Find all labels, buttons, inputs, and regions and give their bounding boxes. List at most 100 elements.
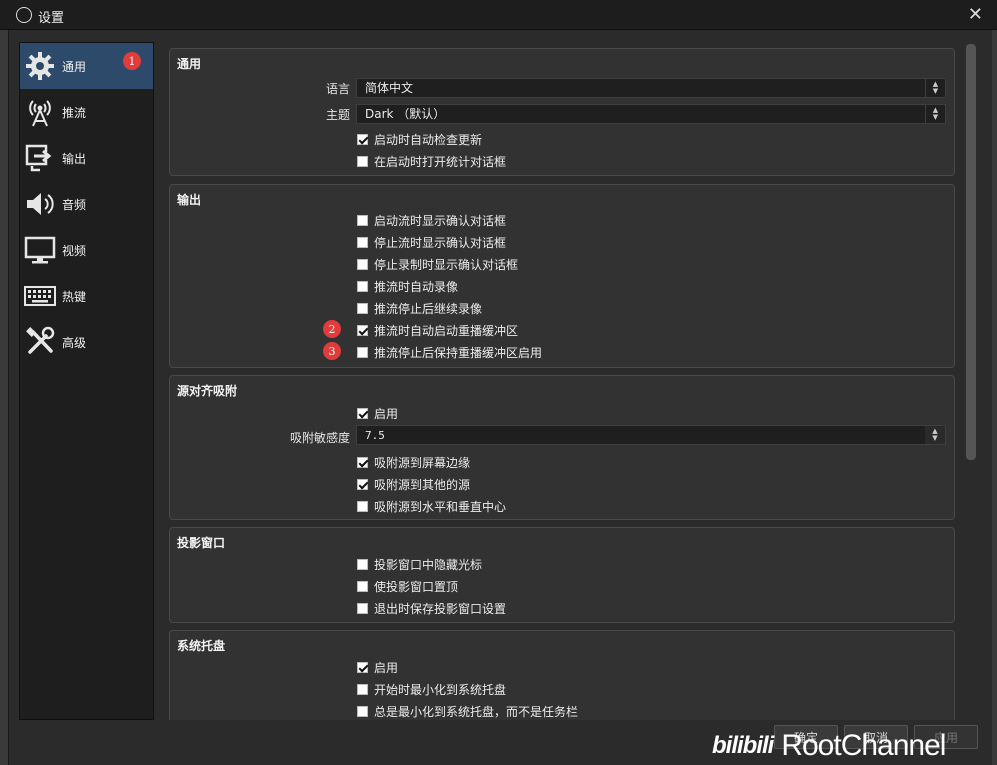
monitor-icon: [24, 234, 56, 266]
checkbox-label: 投影窗口中隐藏光标: [374, 558, 483, 572]
checkbox-box[interactable]: [357, 684, 368, 695]
sidebar-item-label: 音频: [62, 197, 87, 212]
projector-save-on-exit-checkbox[interactable]: 退出时保存投影窗口设置: [357, 600, 506, 617]
tray-minimize-start-checkbox[interactable]: 开始时最小化到系统托盘: [357, 681, 506, 698]
sidebar-item-general[interactable]: 通用 1: [20, 43, 153, 89]
channel-name: RootChannel: [781, 729, 946, 762]
checkbox-box[interactable]: [357, 603, 368, 614]
output-checkbox-2[interactable]: 停止流时显示确认对话框: [357, 234, 506, 251]
check-updates-checkbox[interactable]: 启动时自动检查更新: [357, 131, 482, 148]
output-checkbox-3[interactable]: 停止录制时显示确认对话框: [357, 256, 518, 273]
checkbox-box[interactable]: [357, 134, 368, 145]
checkbox-label: 在启动时打开统计对话框: [374, 155, 507, 169]
sidebar-item-label: 输出: [62, 151, 87, 166]
antenna-icon: [24, 96, 56, 128]
checkbox-box[interactable]: [357, 479, 368, 490]
checkbox-label: 推流时自动启动重播缓冲区: [374, 324, 519, 338]
checkbox-box[interactable]: [357, 706, 368, 717]
sensitivity-label: 吸附敏感度: [289, 431, 350, 445]
output-icon: [24, 142, 56, 174]
bilibili-logo: bilibili: [712, 732, 774, 759]
sidebar-item-label: 热键: [62, 289, 87, 304]
tray-always-minimize-checkbox[interactable]: 总是最小化到系统托盘，而不是任务栏: [357, 703, 578, 720]
sidebar-item-stream[interactable]: 推流: [20, 89, 153, 135]
language-value: 简体中文: [365, 81, 414, 95]
spin-arrows-icon[interactable]: ▲ ▼: [925, 426, 945, 444]
gear-icon: [24, 50, 56, 82]
language-label: 语言: [325, 82, 350, 96]
sidebar-item-audio[interactable]: 音频: [20, 181, 153, 227]
speaker-icon: [24, 188, 56, 220]
checkbox-label: 总是最小化到系统托盘，而不是任务栏: [374, 705, 579, 719]
checkbox-box[interactable]: [357, 215, 368, 226]
vertical-scrollbar[interactable]: [966, 44, 976, 460]
sensitivity-value: 7.5: [365, 429, 385, 442]
output-checkbox-7[interactable]: 推流停止后保持重播缓冲区启用: [357, 344, 542, 361]
settings-content: 通用 语言 简体中文 ▲ ▼ 主题 Dark （默认） ▲ ▼ 启动时自动检查更新 …: [161, 38, 963, 720]
close-icon[interactable]: ✕: [968, 4, 983, 25]
theme-label: 主题: [325, 108, 350, 122]
checkbox-box[interactable]: [357, 408, 368, 419]
sidebar-item-output[interactable]: 输出: [20, 135, 153, 181]
checkbox-label: 使投影窗口置顶: [374, 580, 459, 594]
group-projector: 投影窗口 投影窗口中隐藏光标 使投影窗口置顶 退出时保存投影窗口设置: [169, 527, 955, 623]
checkbox-label: 推流停止后保持重播缓冲区启用: [374, 346, 543, 360]
snap-center-checkbox[interactable]: 吸附源到水平和垂直中心: [357, 498, 506, 515]
checkbox-label: 吸附源到水平和垂直中心: [374, 500, 507, 514]
sidebar-item-video[interactable]: 视频: [20, 227, 153, 273]
obs-logo-icon: [16, 7, 32, 23]
updown-icon: ▲ ▼: [925, 105, 945, 123]
projector-always-on-top-checkbox[interactable]: 使投影窗口置顶: [357, 578, 458, 595]
checkbox-box[interactable]: [357, 559, 368, 570]
checkbox-label: 吸附源到其他的源: [374, 478, 471, 492]
updown-icon: ▲ ▼: [925, 79, 945, 97]
sidebar-item-advanced[interactable]: 高级: [20, 319, 153, 365]
checkbox-box[interactable]: [357, 581, 368, 592]
checkbox-box[interactable]: [357, 662, 368, 673]
checkbox-box[interactable]: [357, 501, 368, 512]
output-checkbox-4[interactable]: 推流时自动录像: [357, 278, 458, 295]
checkbox-box[interactable]: [357, 259, 368, 270]
window-title: 设置: [38, 11, 65, 26]
snapping-enable-checkbox[interactable]: 启用: [357, 405, 398, 422]
watermark: bilibili RootChannel: [712, 728, 946, 764]
group-title: 输出: [177, 193, 202, 207]
checkbox-box[interactable]: [357, 325, 368, 336]
keyboard-icon: [24, 280, 56, 312]
checkbox-box[interactable]: [357, 156, 368, 167]
sidebar-item-label: 推流: [62, 105, 87, 120]
sidebar-item-label: 通用: [62, 59, 87, 74]
snap-other-sources-checkbox[interactable]: 吸附源到其他的源: [357, 476, 470, 493]
output-checkbox-6[interactable]: 推流时自动启动重播缓冲区: [357, 322, 518, 339]
checkbox-box[interactable]: [357, 237, 368, 248]
sensitivity-spinbox[interactable]: 7.5 ▲ ▼: [356, 425, 946, 445]
checkbox-label: 停止流时显示确认对话框: [374, 236, 507, 250]
projector-hide-cursor-checkbox[interactable]: 投影窗口中隐藏光标: [357, 556, 482, 573]
checkbox-box[interactable]: [357, 303, 368, 314]
output-checkbox-5[interactable]: 推流停止后继续录像: [357, 300, 482, 317]
theme-select[interactable]: Dark （默认） ▲ ▼: [356, 104, 946, 124]
tray-enable-checkbox[interactable]: 启用: [357, 659, 398, 676]
checkbox-box[interactable]: [357, 347, 368, 358]
checkbox-label: 开始时最小化到系统托盘: [374, 683, 507, 697]
background-window-edge-right: [992, 30, 997, 765]
snap-screen-edge-checkbox[interactable]: 吸附源到屏幕边缘: [357, 454, 470, 471]
sidebar-item-label: 视频: [62, 243, 87, 258]
output-checkbox-1[interactable]: 启动流时显示确认对话框: [357, 212, 506, 229]
checkbox-box[interactable]: [357, 281, 368, 292]
language-select[interactable]: 简体中文 ▲ ▼: [356, 78, 946, 98]
settings-sidebar: 通用 1 推流 输出 音频 视频 热键 高级: [19, 42, 154, 720]
checkbox-label: 启动时自动检查更新: [374, 133, 483, 147]
group-system-tray: 系统托盘 启用 开始时最小化到系统托盘 总是最小化到系统托盘，而不是任务栏: [169, 630, 955, 720]
checkbox-label: 启用: [374, 407, 399, 421]
group-general: 通用 语言 简体中文 ▲ ▼ 主题 Dark （默认） ▲ ▼ 启动时自动检查更新 …: [169, 48, 955, 176]
theme-value: Dark （默认）: [365, 107, 446, 121]
group-title: 源对齐吸附: [177, 384, 238, 398]
checkbox-label: 停止录制时显示确认对话框: [374, 258, 519, 272]
sidebar-item-hotkeys[interactable]: 热键: [20, 273, 153, 319]
checkbox-box[interactable]: [357, 457, 368, 468]
group-title: 通用: [177, 57, 202, 71]
stats-dialog-checkbox[interactable]: 在启动时打开统计对话框: [357, 153, 506, 170]
group-snapping: 源对齐吸附 启用 吸附敏感度 7.5 ▲ ▼ 吸附源到屏幕边缘 吸附源到其他的源 …: [169, 375, 955, 520]
annotation-badge-1: 1: [123, 52, 141, 70]
